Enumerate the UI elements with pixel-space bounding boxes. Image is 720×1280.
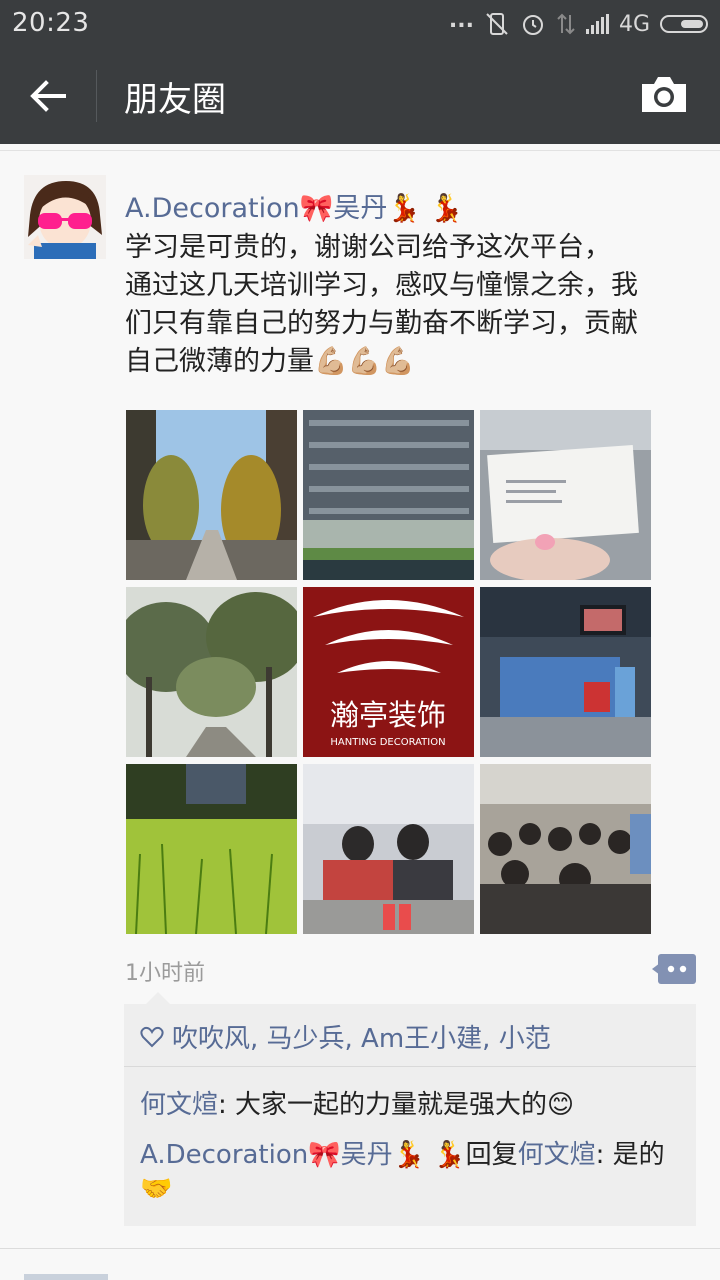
page-title: 朋友圈	[124, 80, 226, 120]
photo-service-hall[interactable]	[480, 587, 651, 757]
photo-grid: 瀚亭装饰 HANTING DECORATION	[126, 410, 651, 934]
nav-divider	[96, 70, 97, 122]
post-time: 1小时前	[125, 961, 205, 986]
content-line: 学习是可贵的，谢谢公司给予这次平台，	[125, 232, 611, 263]
status-time: 20:23	[12, 8, 90, 38]
signal-icon	[585, 14, 609, 34]
content-line: 通过这几天培训学习，感叹与憧憬之余，我	[125, 270, 638, 301]
avatar[interactable]	[24, 175, 106, 259]
content-line: 们只有靠自己的努力与勤奋不断学习，贡献	[125, 308, 638, 339]
alarm-icon	[522, 15, 543, 35]
post-content: 学习是可贵的，谢谢公司给予这次平台， 通过这几天培训学习，感叹与憧憬之余，我 们…	[125, 229, 700, 381]
content-line: 自己微薄的力量💪🏼💪🏼💪🏼	[125, 346, 415, 377]
camera-icon[interactable]	[640, 74, 688, 114]
comment-item[interactable]: 何文煊: 大家一起的力量就是强大的😊	[140, 1084, 574, 1121]
logo-title: 瀚亭装饰	[330, 698, 446, 732]
reply-word: 回复	[465, 1140, 518, 1170]
divider	[0, 150, 720, 151]
comment-text: : 大家一起的力量就是强大的😊	[218, 1090, 575, 1120]
divider	[0, 1248, 720, 1249]
data-transfer-icon	[557, 13, 575, 35]
vibrate-off-icon	[486, 13, 508, 35]
photo-card-in-hand[interactable]	[480, 410, 651, 580]
battery-icon	[660, 15, 708, 33]
likes-row: 吹吹风, 马少兵, Am王小建, 小范	[140, 1018, 551, 1055]
comments-panel: 吹吹风, 马少兵, Am王小建, 小范 何文煊: 大家一起的力量就是强大的😊 A…	[124, 992, 696, 1226]
nav-bar: 朋友圈	[0, 48, 720, 144]
avatar-image	[24, 175, 106, 259]
photo-trees-path[interactable]	[126, 587, 297, 757]
photo-conference[interactable]	[480, 764, 651, 934]
photo-tree-avenue[interactable]	[126, 410, 297, 580]
panel-arrow	[146, 992, 170, 1004]
photo-office-building[interactable]	[303, 410, 474, 580]
likes-names[interactable]: 吹吹风, 马少兵, Am王小建, 小范	[172, 1018, 551, 1055]
likes-divider	[124, 1066, 696, 1067]
logo-subtitle: HANTING DECORATION	[330, 737, 445, 748]
photo-training-room[interactable]	[303, 764, 474, 934]
photo-grass[interactable]	[126, 764, 297, 934]
network-type: 4G	[618, 11, 650, 37]
status-bar: 20:23 ... 4G	[0, 0, 720, 48]
post-author[interactable]: A.Decoration🎀吴丹💃 💃	[125, 186, 463, 225]
comment-author[interactable]: A.Decoration🎀吴丹💃 💃	[140, 1140, 466, 1170]
status-icons: ... 4G	[448, 7, 708, 39]
reply-target[interactable]: 何文煊	[518, 1140, 596, 1170]
comment-author[interactable]: 何文煊	[140, 1090, 218, 1120]
more-dots-icon: ...	[448, 7, 474, 33]
photo-company-logo[interactable]: 瀚亭装饰 HANTING DECORATION	[303, 587, 474, 757]
next-post-avatar[interactable]	[24, 1274, 108, 1280]
comment-more-icon[interactable]	[652, 954, 696, 984]
comment-item[interactable]: A.Decoration🎀吴丹💃 💃回复何文煊: 是的🤝	[140, 1138, 685, 1206]
back-arrow-icon[interactable]	[26, 74, 70, 118]
heart-icon	[140, 1026, 164, 1047]
